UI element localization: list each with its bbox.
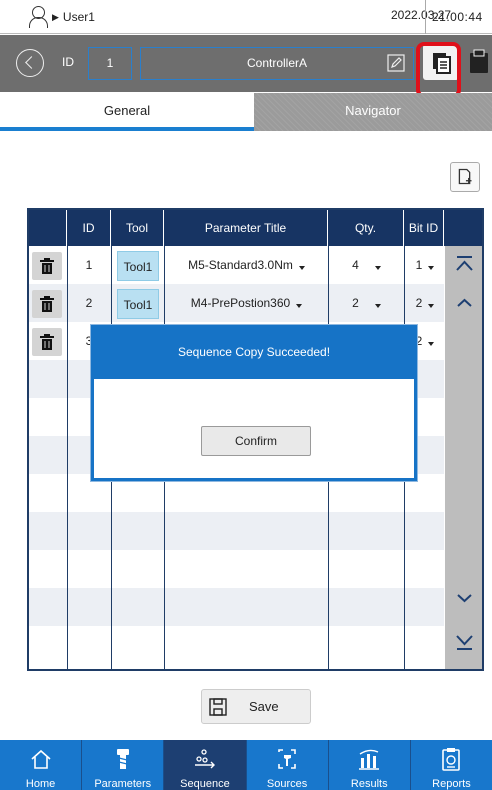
table-scrollbar[interactable] <box>445 246 482 669</box>
tool-cell[interactable]: Tool1 <box>112 246 164 284</box>
row-id: 2 <box>85 296 93 310</box>
parameter-select[interactable]: M5-Standard3.0Nm <box>165 246 328 284</box>
bit-id-value: 1 <box>415 258 423 272</box>
table-row <box>29 550 444 588</box>
dropdown-caret-icon <box>428 266 435 270</box>
user-icon <box>28 6 48 28</box>
sequence-id-field[interactable]: 1 <box>88 47 132 80</box>
scroll-top-icon[interactable] <box>449 248 480 282</box>
screw-icon <box>116 749 129 769</box>
nav-label: Sources <box>266 778 308 790</box>
bottom-navigation: Home Parameters Sequence Sources Results… <box>0 740 492 790</box>
clipboard-icon <box>470 49 488 73</box>
nav-label: Parameters <box>94 778 152 790</box>
sources-icon <box>278 749 296 769</box>
copy-button-highlight <box>416 42 461 98</box>
dropdown-caret-icon <box>428 342 435 346</box>
trash-icon <box>40 296 54 312</box>
dialog-title: Sequence Copy Succeeded! <box>94 328 414 379</box>
save-button[interactable]: Save <box>201 689 311 724</box>
results-icon <box>359 749 380 770</box>
copy-success-dialog: Sequence Copy Succeeded! Confirm <box>91 325 417 481</box>
header-qty: Qty. <box>328 210 404 246</box>
user-indicator[interactable]: ▶ User1 <box>28 6 95 28</box>
save-icon <box>209 698 227 716</box>
nav-sources[interactable]: Sources <box>247 740 329 790</box>
row-id: 1 <box>85 258 93 272</box>
id-label: ID <box>62 55 74 69</box>
dropdown-caret-icon <box>298 266 305 270</box>
time-display: 21:00:44 <box>425 0 483 34</box>
tool-select[interactable]: Tool1 <box>117 289 159 319</box>
back-button[interactable] <box>16 49 44 77</box>
status-bar: ▶ User1 2022.03.27 21:00:44 <box>0 0 492 34</box>
qty-select[interactable]: 2 <box>329 284 404 322</box>
dropdown-caret-icon <box>428 304 435 308</box>
parameter-title: M5-Standard3.0Nm <box>188 258 293 272</box>
controller-name-field[interactable]: ControllerA <box>140 47 414 80</box>
delete-row-button[interactable] <box>32 252 62 280</box>
parameter-title: M4-PrePostion360 <box>190 296 291 310</box>
bit-id-select[interactable]: 2 <box>405 284 445 322</box>
sequence-row-1[interactable]: 1 Tool1 M5-Standard3.0Nm 4 1 <box>29 246 444 284</box>
dropdown-caret-icon <box>374 304 381 308</box>
reports-icon <box>442 748 461 771</box>
qty-select[interactable]: 4 <box>329 246 404 284</box>
sequence-icon <box>194 749 215 769</box>
tool-cell[interactable]: Tool1 <box>112 284 164 322</box>
add-step-button[interactable] <box>450 162 480 192</box>
header-tool: Tool <box>111 210 164 246</box>
delete-row-button[interactable] <box>32 290 62 318</box>
delete-row-button[interactable] <box>32 328 62 356</box>
home-icon <box>31 749 51 769</box>
add-document-icon <box>458 168 472 185</box>
nav-label: Results <box>350 778 388 790</box>
dropdown-caret-icon <box>296 304 303 308</box>
scroll-down-icon[interactable] <box>449 581 480 615</box>
table-row <box>29 626 444 664</box>
trash-icon <box>40 258 54 274</box>
confirm-button[interactable]: Confirm <box>201 426 311 456</box>
nav-parameters[interactable]: Parameters <box>82 740 165 790</box>
parameter-select[interactable]: M4-PrePostion360 <box>165 284 328 322</box>
table-row <box>29 588 444 626</box>
nav-label: Home <box>25 778 56 790</box>
table-header: ID Tool Parameter Title Qty. Bit ID <box>29 210 482 246</box>
sequence-row-2[interactable]: 2 Tool1 M4-PrePostion360 2 2 <box>29 284 444 322</box>
scroll-bottom-icon[interactable] <box>449 624 480 658</box>
save-label: Save <box>249 699 279 714</box>
play-icon: ▶ <box>52 11 59 22</box>
scroll-up-icon[interactable] <box>449 286 480 320</box>
trash-icon <box>40 334 54 350</box>
nav-label: Sequence <box>180 778 230 790</box>
dropdown-caret-icon <box>374 266 381 270</box>
pencil-icon[interactable] <box>387 54 405 72</box>
user-name: User1 <box>62 10 95 24</box>
header-id: ID <box>67 210 111 246</box>
paste-sequence-button[interactable] <box>464 44 492 80</box>
header-delete <box>29 210 67 246</box>
nav-home[interactable]: Home <box>0 740 83 790</box>
tool-select[interactable]: Tool1 <box>117 251 159 281</box>
bit-id-select[interactable]: 1 <box>405 246 445 284</box>
tab-general[interactable]: General <box>0 93 254 131</box>
header-bit-id: Bit ID <box>404 210 444 246</box>
nav-sequence[interactable]: Sequence <box>164 740 247 790</box>
nav-results[interactable]: Results <box>329 740 411 790</box>
bit-id-value: 2 <box>415 296 423 310</box>
header-parameter-title: Parameter Title <box>164 210 328 246</box>
nav-reports[interactable]: Reports <box>411 740 492 790</box>
table-row <box>29 512 444 550</box>
nav-label: Reports <box>432 778 471 790</box>
tab-navigator[interactable]: Navigator <box>254 93 492 131</box>
qty-value: 2 <box>352 296 359 310</box>
tab-bar: General Navigator <box>0 93 492 131</box>
header-scroll <box>444 210 482 246</box>
qty-value: 4 <box>352 258 359 272</box>
